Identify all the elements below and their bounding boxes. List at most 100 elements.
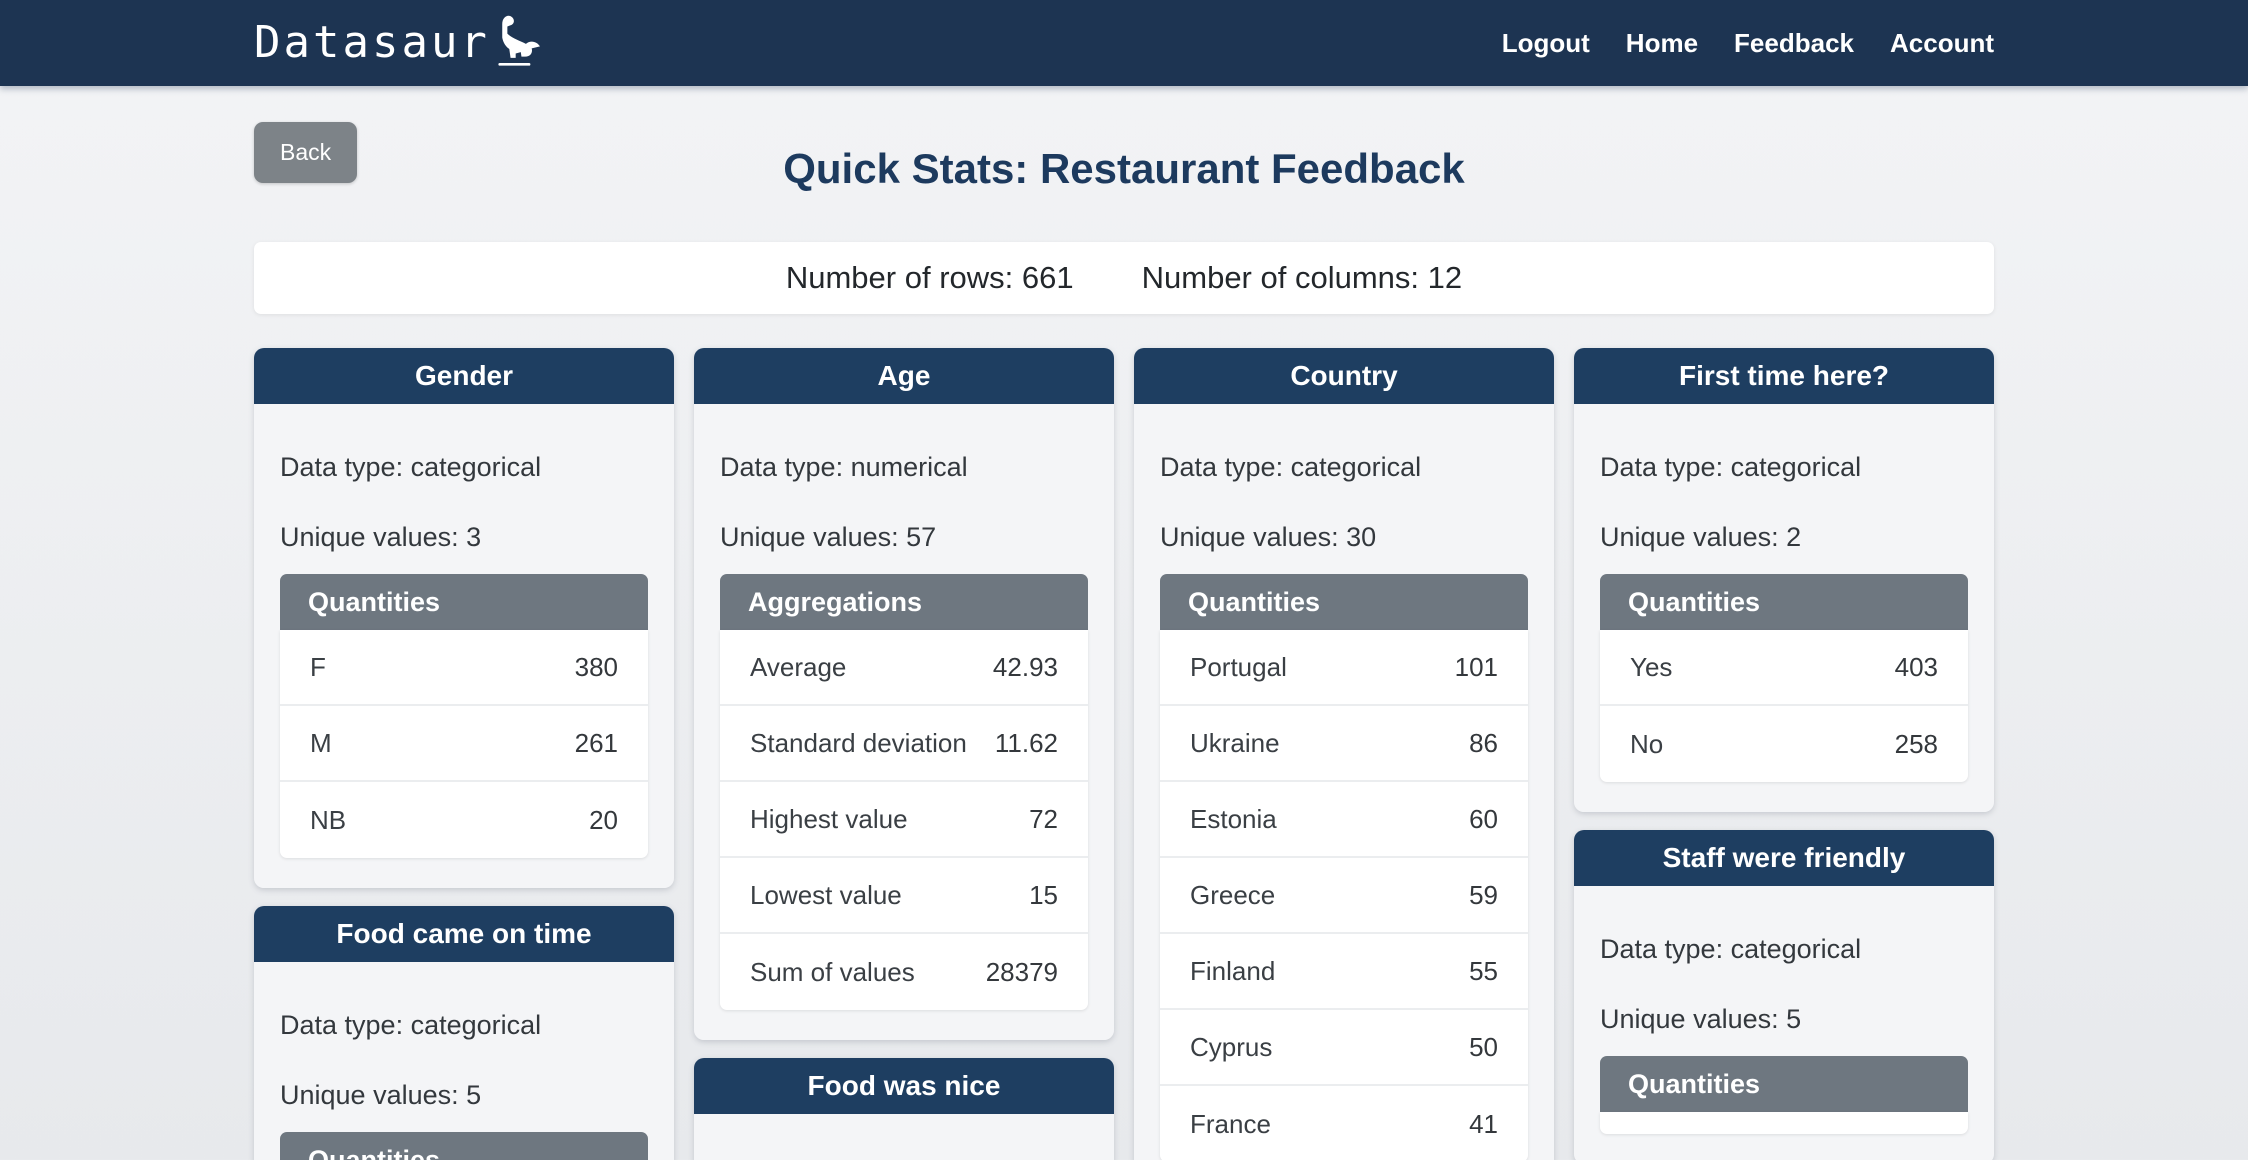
nav-link-feedback[interactable]: Feedback xyxy=(1734,28,1854,59)
quantities-table: Quantities xyxy=(280,1132,648,1160)
quantities-table: AggregationsAverage42.93Standard deviati… xyxy=(720,574,1088,1010)
card-column-2: AgeData type: numericalUnique values: 57… xyxy=(694,348,1114,1160)
card-column-4: First time here?Data type: categoricalUn… xyxy=(1574,348,1994,1160)
unique-values-field: Unique values: 30 xyxy=(1160,520,1528,554)
card-column-3: Country Data type: categorical Unique valu… xyxy=(1134,348,1554,1160)
card-body: Data type: categorical Unique values: 30 Q… xyxy=(1134,404,1554,1160)
row-value: 50 xyxy=(1469,1032,1498,1063)
card-body: Data type: categoricalUnique values: 2Qu… xyxy=(1574,404,1994,812)
card-column-1: Gender Data type: categorical Unique value… xyxy=(254,348,674,1160)
table-rows: Average42.93Standard deviation11.62Highe… xyxy=(720,630,1088,1010)
column-count: Number of columns: 12 xyxy=(1142,260,1463,296)
table-row: Yes 403 xyxy=(1600,630,1968,706)
data-type-field: Data type: categorical xyxy=(1160,450,1528,484)
row-label: Average xyxy=(750,652,846,683)
card-body: Data type: categoricalUnique values: 5Qu… xyxy=(1574,886,1994,1160)
row-count-label: Number of rows: xyxy=(786,260,1013,295)
nav-link-logout[interactable]: Logout xyxy=(1502,28,1590,59)
top-nav-bar: Datasaur Logout Home Feedback Account xyxy=(0,0,2248,86)
card-title: Food came on time xyxy=(254,906,674,962)
quantities-table: QuantitiesPortugal101Ukraine86Estonia60G… xyxy=(1160,574,1528,1160)
row-label: Highest value xyxy=(750,804,908,835)
table-rows xyxy=(1600,1112,1968,1134)
row-value: 41 xyxy=(1469,1109,1498,1140)
card-body xyxy=(694,1114,1114,1160)
card-title: Food was nice xyxy=(694,1058,1114,1114)
dinosaur-icon xyxy=(492,11,556,69)
card-title: Country xyxy=(1134,348,1554,404)
table-rows: Portugal101Ukraine86Estonia60Greece59Fin… xyxy=(1160,630,1528,1160)
unique-values-field: Unique values: 5 xyxy=(280,1078,648,1112)
table-row: Lowest value 15 xyxy=(720,858,1088,934)
table-header: Quantities xyxy=(1600,574,1968,630)
unique-values-field: Unique values: 3 xyxy=(280,520,648,554)
quantities-table: Quantities Yes 403 No 258 xyxy=(1600,574,1968,782)
table-header: Quantities xyxy=(1600,1056,1968,1112)
row-label: Cyprus xyxy=(1190,1032,1272,1063)
row-value: 59 xyxy=(1469,880,1498,911)
row-value: 403 xyxy=(1895,652,1938,683)
column-count-value: 12 xyxy=(1428,260,1462,295)
row-value: 101 xyxy=(1455,652,1498,683)
card-body: Data type: categorical Unique values: 5 Qu… xyxy=(254,962,674,1160)
unique-values-field: Unique values: 57 xyxy=(720,520,1088,554)
card-body: Data type: categorical Unique values: 3 Qu… xyxy=(254,404,674,888)
row-label: Portugal xyxy=(1190,652,1287,683)
stat-card-food-was-nice: Food was nice xyxy=(694,1058,1114,1160)
row-value: 20 xyxy=(589,805,618,836)
row-count: Number of rows: 661 xyxy=(786,260,1074,296)
row-value: 55 xyxy=(1469,956,1498,987)
table-row: Standard deviation 11.62 xyxy=(720,706,1088,782)
stats-card-grid: GenderData type: categoricalUnique value… xyxy=(254,348,1994,1160)
table-row: France 41 xyxy=(1160,1086,1528,1160)
nav-links: Logout Home Feedback Account xyxy=(1502,28,1994,59)
hero-row: Back Quick Stats: Restaurant Feedback xyxy=(254,86,1994,228)
table-row: Highest value 72 xyxy=(720,782,1088,858)
row-value: 15 xyxy=(1029,880,1058,911)
card-title: First time here? xyxy=(1574,348,1994,404)
card-title: Gender xyxy=(254,348,674,404)
back-button[interactable]: Back xyxy=(254,122,357,183)
stat-card-first-time-here: First time here?Data type: categoricalUn… xyxy=(1574,348,1994,812)
row-label: Yes xyxy=(1630,652,1672,683)
row-label: Lowest value xyxy=(750,880,902,911)
row-value: 11.62 xyxy=(995,728,1058,759)
row-label: No xyxy=(1630,729,1663,760)
table-row: F380 xyxy=(280,630,648,706)
row-label: M xyxy=(310,728,332,759)
quantities-table: QuantitiesF380 M 261 NB 20 xyxy=(280,574,648,858)
table-row: Greece59 xyxy=(1160,858,1528,934)
row-label: NB xyxy=(310,805,346,836)
table-header: Aggregations xyxy=(720,574,1088,630)
row-label: France xyxy=(1190,1109,1271,1140)
table-rows: Yes 403 No 258 xyxy=(1600,630,1968,782)
table-row: Sum of values28379 xyxy=(720,934,1088,1010)
row-count-value: 661 xyxy=(1022,260,1074,295)
nav-link-home[interactable]: Home xyxy=(1626,28,1698,59)
table-header: Quantities xyxy=(280,574,648,630)
nav-link-account[interactable]: Account xyxy=(1890,28,1994,59)
data-type-field: Data type: categorical xyxy=(280,450,648,484)
row-label: Ukraine xyxy=(1190,728,1280,759)
row-value: 258 xyxy=(1895,729,1938,760)
brand-logo[interactable]: Datasaur xyxy=(254,17,556,69)
table-row: M 261 xyxy=(280,706,648,782)
row-value: 380 xyxy=(575,652,618,683)
table-header: Quantities xyxy=(1160,574,1528,630)
stat-card-country: Country Data type: categorical Unique valu… xyxy=(1134,348,1554,1160)
stat-card-staff-were-friendly: Staff were friendlyData type: categorica… xyxy=(1574,830,1994,1160)
table-row: Cyprus 50 xyxy=(1160,1010,1528,1086)
row-value: 261 xyxy=(575,728,618,759)
table-row: Portugal 101 xyxy=(1160,630,1528,706)
table-rows: F380 M 261 NB 20 xyxy=(280,630,648,858)
quantities-table: Quantities xyxy=(1600,1056,1968,1134)
card-title: Staff were friendly xyxy=(1574,830,1994,886)
column-count-label: Number of columns: xyxy=(1142,260,1419,295)
row-value: 72 xyxy=(1029,804,1058,835)
page: Back Quick Stats: Restaurant Feedback Nu… xyxy=(0,86,2248,1160)
data-type-field: Data type: categorical xyxy=(280,1008,648,1042)
stat-card-food-came-on-time: Food came on time Data type: categorical U… xyxy=(254,906,674,1160)
unique-values-field: Unique values: 2 xyxy=(1600,520,1968,554)
card-body: Data type: numericalUnique values: 57Agg… xyxy=(694,404,1114,1040)
row-label: Standard deviation xyxy=(750,728,967,759)
